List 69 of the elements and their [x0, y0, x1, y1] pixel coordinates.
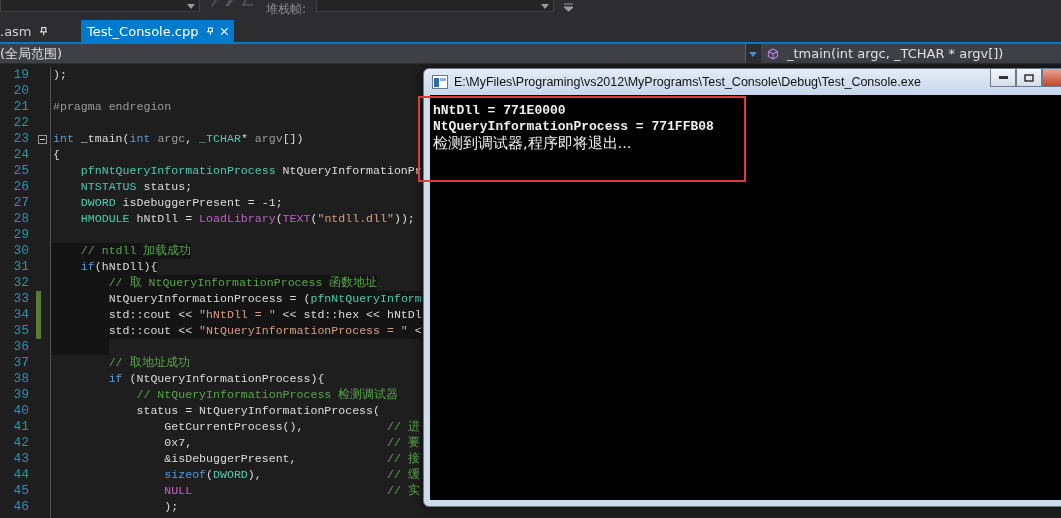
line-number: 24: [12, 147, 30, 163]
code-line: 0x7, // 要: [163, 435, 420, 451]
code-line: // 取地址成功: [107, 355, 190, 371]
line-number: 35: [12, 323, 30, 339]
code-line: if (NtQueryInformationProcess){: [107, 371, 325, 387]
code-line: DWORD isDebuggerPresent = -1;: [79, 195, 283, 211]
maximize-icon: [1024, 73, 1034, 82]
maximize-button[interactable]: [1016, 69, 1042, 87]
line-number: 46: [12, 499, 30, 515]
console-icon: [432, 75, 448, 89]
caret-icon: [749, 51, 757, 57]
line-number: 22: [12, 115, 30, 131]
console-output: NtQueryInformationProcess = 771FFB08: [433, 119, 714, 135]
code-line: #pragma endregion: [52, 99, 172, 115]
line-number: 38: [12, 371, 30, 387]
code-line: NULL // 实: [163, 483, 420, 499]
line-number: 30: [12, 243, 30, 259]
line-number: 44: [12, 467, 30, 483]
code-line: // NtQueryInformationProcess 检测调试器: [135, 387, 399, 403]
dropdown-button[interactable]: [745, 44, 760, 63]
line-number: 21: [12, 99, 30, 115]
line-number: 42: [12, 435, 30, 451]
stack-frame-label: 堆栈帧:: [266, 2, 307, 16]
line-number: 20: [12, 83, 30, 99]
caret-icon: [541, 3, 550, 9]
line-number: 25: [12, 163, 30, 179]
caret-icon: [187, 3, 195, 9]
close-icon[interactable]: [221, 26, 228, 36]
dropdown-field[interactable]: [0, 0, 200, 12]
line-number: 29: [12, 227, 30, 243]
line-number: 31: [12, 259, 30, 275]
pin-icon[interactable]: [39, 26, 47, 36]
code-line: {: [52, 147, 60, 163]
line-number: 39: [12, 387, 30, 403]
code-line: &isDebuggerPresent, // 接: [163, 451, 420, 467]
code-line: sizeof(DWORD), // 缓: [163, 467, 420, 483]
code-line: NTSTATUS status;: [79, 179, 193, 195]
overflow-icon[interactable]: [564, 3, 574, 12]
minimize-icon: [998, 76, 1008, 79]
line-number: 45: [12, 483, 30, 499]
line-number: 41: [12, 419, 30, 435]
code-line: status = NtQueryInformationProcess(: [135, 403, 380, 419]
member-dropdown[interactable]: _tmain(int argc, _TCHAR * argv[]): [787, 46, 1004, 61]
line-number: 32: [12, 275, 30, 291]
line-number: 19: [12, 67, 30, 83]
collapse-icon[interactable]: [38, 134, 47, 144]
editor-tab[interactable]: .asm: [0, 20, 53, 42]
code-line: );: [52, 67, 67, 83]
line-number: 40: [12, 403, 30, 419]
line-number: 26: [12, 179, 30, 195]
minimize-button[interactable]: [990, 69, 1016, 87]
window-title: E:\MyFiles\Programing\vs2012\MyPrograms\Test_Console\Debug\Test_Console.exe: [454, 75, 921, 89]
line-number: 43: [12, 451, 30, 467]
code-line: GetCurrentProcess(), // 进: [163, 419, 420, 435]
line-number: 28: [12, 211, 30, 227]
editor-tab[interactable]: Test_Console.cpp: [81, 20, 234, 42]
code-line: int _tmain(int argc, _TCHAR* argv[]): [52, 131, 304, 147]
line-number: 37: [12, 355, 30, 371]
code-line: HMODULE hNtDll = LoadLibrary(TEXT("ntdll.dll"));: [79, 211, 415, 227]
line-number: 33: [12, 291, 30, 307]
scope-dropdown[interactable]: (全局范围): [0, 44, 745, 63]
line-number: 36: [12, 339, 30, 355]
console-output: 检测到调试器,程序即将退出...: [433, 135, 632, 152]
console-output: hNtDll = 771E0000: [433, 103, 566, 119]
line-number: 27: [12, 195, 30, 211]
cube-icon: [767, 47, 779, 60]
line-number: 34: [12, 307, 30, 323]
line-number: 23: [12, 131, 30, 147]
code-line: );: [163, 499, 179, 515]
